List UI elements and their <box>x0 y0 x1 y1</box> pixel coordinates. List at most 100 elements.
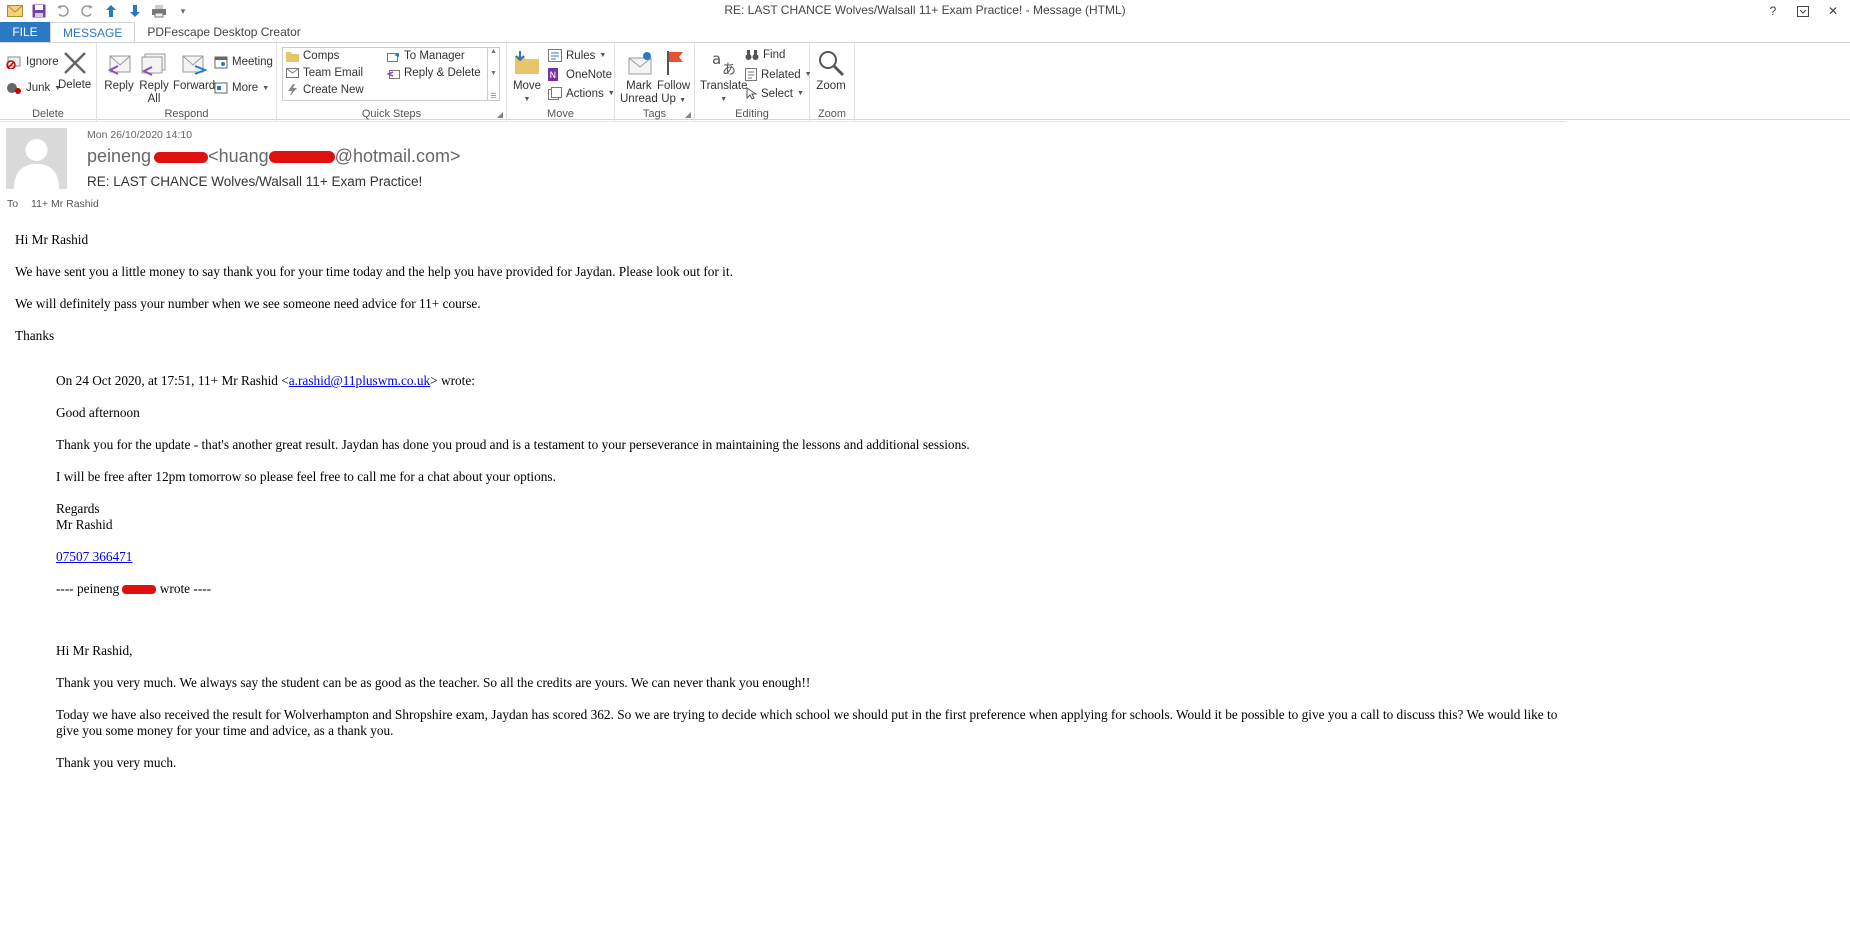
body-greeting: Hi Mr Rashid <box>15 232 89 247</box>
quick-steps-group-label: Quick Steps <box>361 108 422 120</box>
chevron-down-icon: ▼ <box>607 90 615 97</box>
quickstep-to-manager[interactable]: To Manager <box>387 50 465 62</box>
chevron-down-icon: ▼ <box>262 84 270 92</box>
dialog-launcher-icon[interactable]: ◢ <box>685 110 691 119</box>
respond-group: Reply Reply All Forward Meeting More ▼ Re… <box>97 43 277 121</box>
related-button[interactable]: Related ▼ <box>745 68 812 81</box>
ignore-icon <box>6 56 21 69</box>
more-respond-button[interactable]: More ▼ <box>214 81 269 95</box>
quickstep-team-email[interactable]: Team Email <box>286 67 363 79</box>
body-paragraph: We have sent you a little money to say t… <box>15 264 733 279</box>
body-paragraph: We will definitely pass your number when… <box>15 296 481 311</box>
dialog-launcher-icon[interactable]: ◢ <box>497 110 503 119</box>
sender-email-prefix: <huang <box>208 146 269 166</box>
respond-group-label: Respond <box>164 108 209 120</box>
tab-pdfescape[interactable]: PDFescape Desktop Creator <box>135 22 312 42</box>
mark-unread-button[interactable]: Mark Unread <box>620 48 658 106</box>
to-label: To <box>7 198 19 210</box>
phone-link[interactable]: 07507 366471 <box>56 549 132 564</box>
forward-icon <box>182 55 208 75</box>
message-body: Hi Mr Rashid We have sent you a little m… <box>15 232 1560 787</box>
ribbon-display-icon[interactable] <box>1794 2 1812 20</box>
quote-email-link[interactable]: a.rashid@11pluswm.co.uk <box>289 373 430 388</box>
original-paragraph: Thank you very much. We always say the s… <box>56 675 811 690</box>
binoculars-icon <box>745 50 759 60</box>
quickstep-comps[interactable]: Comps <box>286 50 339 62</box>
zoom-button[interactable]: Zoom <box>816 48 846 93</box>
forward-mail-icon <box>387 52 399 62</box>
expand-gallery-icon[interactable]: ☰ <box>490 92 496 100</box>
redaction-mark <box>122 585 157 595</box>
scroll-up-icon[interactable]: ▲ <box>490 48 497 55</box>
person-icon <box>6 128 67 189</box>
body-signoff: Thanks <box>15 328 55 343</box>
zoom-group-label: Zoom <box>817 108 847 120</box>
reply-all-button[interactable]: Reply All <box>139 48 169 106</box>
editing-group-label: Editing <box>735 108 769 120</box>
flag-icon <box>666 51 683 75</box>
quote-signature: Regards Mr Rashid <box>56 501 113 532</box>
ribbon-tabs: FILE MESSAGE PDFescape Desktop Creator <box>0 22 1850 43</box>
mark-unread-icon <box>628 52 652 75</box>
actions-icon <box>548 87 562 100</box>
close-icon[interactable]: ✕ <box>1824 2 1842 20</box>
follow-up-button[interactable]: Follow Up ▼ <box>657 48 690 107</box>
quick-steps-scrollbar[interactable]: ▲ ▼ ☰ <box>487 48 499 100</box>
sender[interactable]: peineng <huang @hotmail.com> <box>87 146 461 167</box>
onenote-button[interactable]: N OneNote <box>548 68 612 81</box>
window-title: RE: LAST CHANCE Wolves/Walsall 11+ Exam … <box>724 3 1126 17</box>
reply-all-icon <box>141 53 166 76</box>
move-group: Move ▼ Rules ▼ N OneNote Actions ▼ Move <box>507 43 615 121</box>
svg-text:N: N <box>550 71 557 81</box>
more-icon <box>214 82 228 94</box>
editing-group: aあ Translate ▼ Find Related ▼ Select ▼ Edi… <box>695 43 812 121</box>
forward-button[interactable]: Forward <box>173 48 215 93</box>
scroll-down-icon[interactable]: ▼ <box>490 70 497 77</box>
quote-greeting: Good afternoon <box>56 405 140 420</box>
related-icon <box>745 68 757 81</box>
reply-icon <box>107 55 131 75</box>
quote-phone: 07507 366471 <box>56 549 1560 565</box>
original-paragraph: Today we have also received the result f… <box>56 707 1558 738</box>
tab-message[interactable]: MESSAGE <box>50 22 136 43</box>
reply-button[interactable]: Reply <box>104 48 134 93</box>
quote-intro: On 24 Oct 2020, at 17:51, 11+ Mr Rashid … <box>56 373 475 388</box>
reply-delete-icon <box>387 69 400 79</box>
help-icon[interactable]: ? <box>1764 2 1782 20</box>
junk-icon <box>7 83 21 94</box>
chevron-down-icon: ▼ <box>679 97 687 104</box>
ignore-button[interactable]: Ignore <box>6 55 59 69</box>
sent-date: Mon 26/10/2020 14:10 <box>87 129 193 141</box>
move-button[interactable]: Move ▼ <box>512 48 542 106</box>
delete-button[interactable]: Delete <box>58 49 91 92</box>
title-bar: ▾ RE: LAST CHANCE Wolves/Walsall 11+ Exa… <box>0 0 1850 22</box>
cursor-icon <box>746 87 757 100</box>
folder-icon <box>286 51 299 62</box>
rules-button[interactable]: Rules ▼ <box>548 49 606 62</box>
meeting-button[interactable]: Meeting <box>214 55 273 69</box>
tags-group-label: Tags <box>642 108 667 120</box>
quick-steps-gallery: Comps Team Email Create New To Manager R… <box>282 47 500 101</box>
svg-text:あ: あ <box>722 62 736 78</box>
delete-group: Ignore Junk ▼ Delete Delete <box>0 43 97 121</box>
onenote-icon: N <box>548 68 558 81</box>
recipients-row: To 11+ Mr Rashid <box>7 198 99 210</box>
recipient-name[interactable]: 11+ Mr Rashid <box>31 198 99 210</box>
quoted-reply: On 24 Oct 2020, at 17:51, 11+ Mr Rashid … <box>56 373 1560 771</box>
tab-file[interactable]: FILE <box>0 22 50 42</box>
lightning-icon <box>288 84 297 96</box>
select-button[interactable]: Select ▼ <box>745 87 804 100</box>
actions-button[interactable]: Actions ▼ <box>548 87 615 100</box>
quickstep-reply-delete[interactable]: Reply & Delete <box>387 67 481 79</box>
quick-steps-group: Comps Team Email Create New To Manager R… <box>277 43 507 121</box>
delete-group-label: Delete <box>32 108 64 120</box>
translate-button[interactable]: aあ Translate ▼ <box>700 48 748 106</box>
quickstep-create-new[interactable]: Create New <box>286 84 364 96</box>
sender-email-suffix: @hotmail.com> <box>334 146 461 166</box>
move-group-label: Move <box>547 108 574 120</box>
original-greeting: Hi Mr Rashid, <box>56 643 133 658</box>
junk-button[interactable]: Junk ▼ <box>6 81 61 95</box>
quote-wrote-line: ---- peineng wrote ---- <box>56 581 212 596</box>
header-divider <box>0 121 1566 122</box>
find-button[interactable]: Find <box>745 49 785 61</box>
